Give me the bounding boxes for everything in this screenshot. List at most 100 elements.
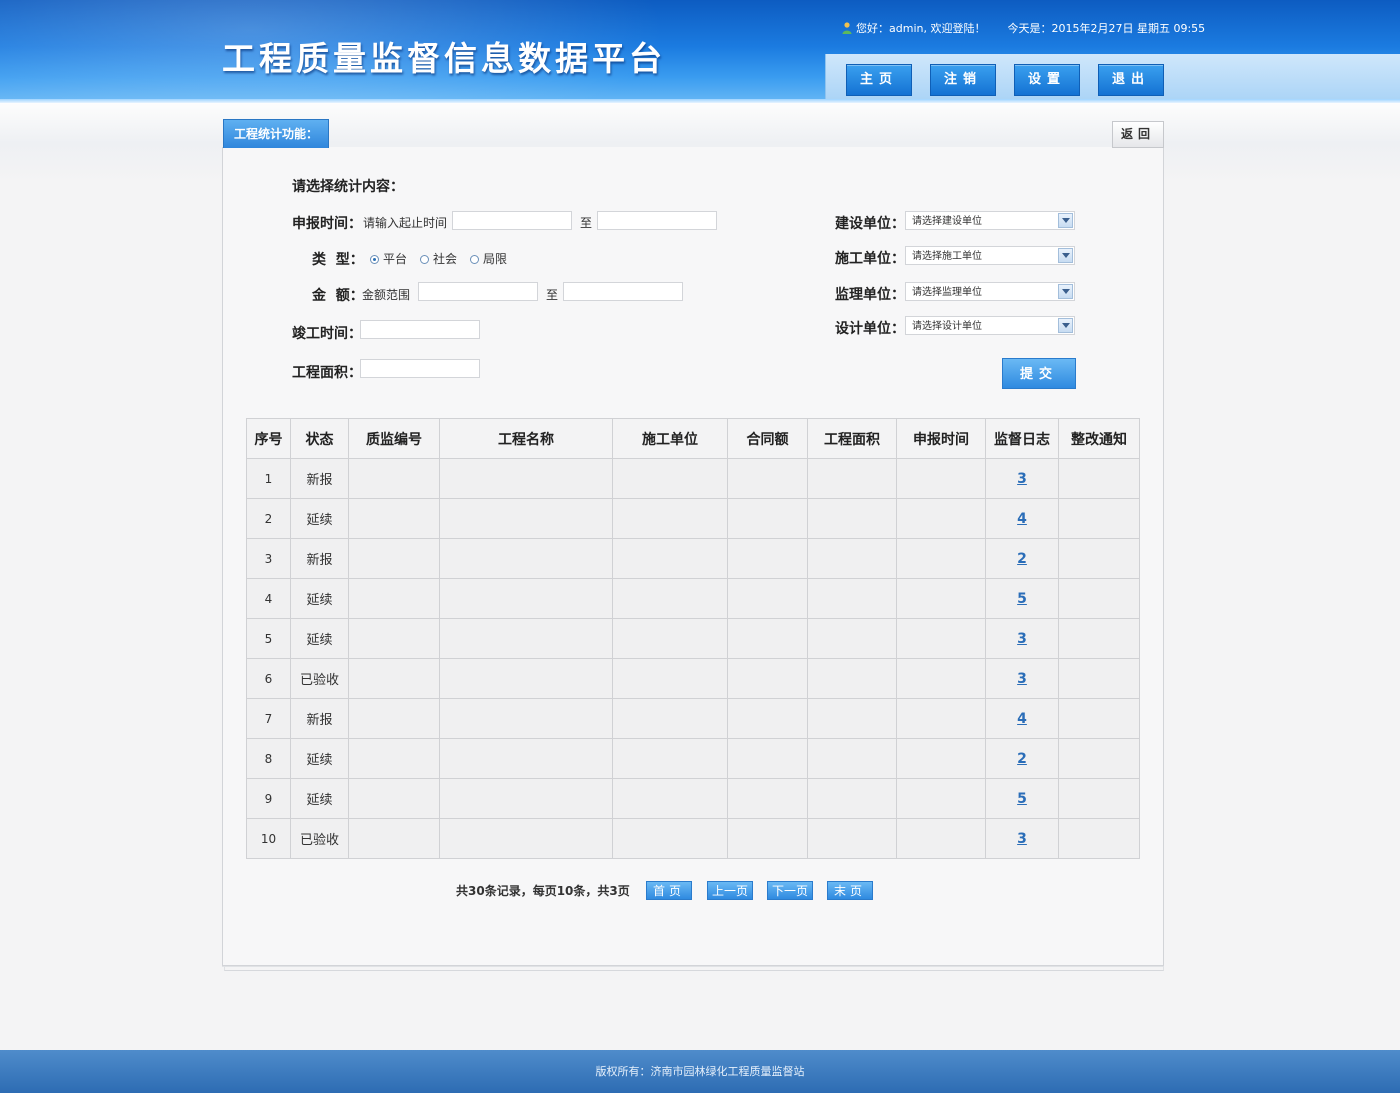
report-time-start-input[interactable] — [452, 211, 572, 230]
complete-time-input[interactable] — [360, 320, 480, 339]
cell-code — [348, 578, 440, 619]
amount-min-input[interactable] — [418, 282, 538, 301]
supervision-log-link[interactable]: 5 — [1017, 591, 1027, 607]
nav-settings-button[interactable]: 设置 — [1014, 64, 1080, 96]
user-icon — [842, 22, 852, 34]
supervision-log-link[interactable]: 2 — [1017, 751, 1027, 767]
cell-contract-amount — [727, 818, 808, 859]
cell-code — [348, 458, 440, 499]
tab-project-statistics[interactable]: 工程统计功能： — [223, 119, 330, 148]
cell-no: 7 — [246, 698, 291, 739]
pager-last-button[interactable]: 末页 — [827, 881, 873, 900]
chevron-down-icon[interactable] — [1058, 318, 1073, 333]
construct-unit-select[interactable]: 请选择施工单位 — [905, 246, 1075, 265]
supervision-log-link[interactable]: 3 — [1017, 831, 1027, 847]
cell-area — [807, 578, 897, 619]
cell-status: 已验收 — [290, 818, 349, 859]
cell-construct-unit — [612, 618, 728, 659]
cell-name — [439, 818, 613, 859]
back-button[interactable]: 返回 — [1112, 121, 1164, 148]
construct-unit-select-value: 请选择施工单位 — [912, 251, 982, 262]
cell-construct-unit — [612, 698, 728, 739]
supervision-log-link[interactable]: 2 — [1017, 551, 1027, 567]
chevron-down-icon[interactable] — [1058, 248, 1073, 263]
supervision-log-link[interactable]: 4 — [1017, 511, 1027, 527]
cell-report-time — [896, 658, 986, 699]
cell-contract-amount — [727, 698, 808, 739]
col-header-name: 工程名称 — [439, 418, 613, 459]
build-unit-select[interactable]: 请选择建设单位 — [905, 211, 1075, 230]
cell-rectify-notice — [1058, 658, 1140, 699]
table-row: 10 已验收 3 — [246, 818, 1140, 859]
cell-status: 延续 — [290, 578, 349, 619]
design-unit-label: 设计单位： — [835, 321, 905, 337]
cell-area — [807, 698, 897, 739]
cell-construct-unit — [612, 658, 728, 699]
cell-name — [439, 698, 613, 739]
table-row: 1 新报 3 — [246, 458, 1140, 499]
cell-contract-amount — [727, 498, 808, 539]
cell-no: 2 — [246, 498, 291, 539]
cell-rectify-notice — [1058, 538, 1140, 579]
table-row: 8 延续 2 — [246, 738, 1140, 779]
table-row: 3 新报 2 — [246, 538, 1140, 579]
cell-no: 8 — [246, 738, 291, 779]
type-radio-limited[interactable]: 局限 — [470, 250, 507, 267]
cell-area — [807, 458, 897, 499]
nav-exit-button[interactable]: 退出 — [1098, 64, 1164, 96]
footer-copyright: 版权所有：济南市园林绿化工程质量监督站 — [595, 1065, 805, 1078]
cell-area — [807, 738, 897, 779]
table-row: 6 已验收 3 — [246, 658, 1140, 699]
amount-hint: 金额范围 — [362, 288, 411, 302]
table-row: 5 延续 3 — [246, 618, 1140, 659]
supervision-log-link[interactable]: 3 — [1017, 631, 1027, 647]
type-radio-platform[interactable]: 平台 — [370, 250, 407, 267]
area-input[interactable] — [360, 359, 480, 378]
chevron-down-icon[interactable] — [1058, 213, 1073, 228]
cell-rectify-notice — [1058, 698, 1140, 739]
cell-contract-amount — [727, 778, 808, 819]
cell-rectify-notice — [1058, 738, 1140, 779]
cell-rectify-notice — [1058, 498, 1140, 539]
cell-name — [439, 538, 613, 579]
cell-code — [348, 498, 440, 539]
cell-report-time — [896, 458, 986, 499]
section-title: 请选择统计内容： — [292, 179, 404, 195]
cell-code — [348, 738, 440, 779]
pager-prev-button[interactable]: 上一页 — [707, 881, 753, 900]
amount-max-input[interactable] — [563, 282, 683, 301]
project-table: 序号 状态 质监编号 工程名称 施工单位 合同额 工程面积 申报时间 监督日志 … — [246, 418, 1140, 859]
cell-code — [348, 658, 440, 699]
report-time-end-input[interactable] — [597, 211, 717, 230]
design-unit-select[interactable]: 请选择设计单位 — [905, 316, 1075, 335]
cell-name — [439, 738, 613, 779]
header-banner: 工程质量监督信息数据平台 您好：admin, 欢迎登陆！ 今天是：2015年2月2… — [0, 0, 1400, 103]
submit-button[interactable]: 提交 — [1002, 358, 1076, 389]
cell-rectify-notice — [1058, 618, 1140, 659]
cell-rectify-notice — [1058, 458, 1140, 499]
cell-area — [807, 658, 897, 699]
supervision-log-link[interactable]: 5 — [1017, 791, 1027, 807]
cell-supervision-log: 2 — [985, 738, 1059, 779]
col-header-contract-amount: 合同额 — [727, 418, 808, 459]
chevron-down-icon[interactable] — [1058, 284, 1073, 299]
pager-next-button[interactable]: 下一页 — [767, 881, 813, 900]
nav-home-button[interactable]: 主页 — [846, 64, 912, 96]
cell-supervision-log: 3 — [985, 658, 1059, 699]
cell-report-time — [896, 538, 986, 579]
cell-supervision-log: 4 — [985, 698, 1059, 739]
type-radio-platform-label: 平台 — [383, 252, 408, 266]
supervision-log-link[interactable]: 4 — [1017, 711, 1027, 727]
supervision-log-link[interactable]: 3 — [1017, 471, 1027, 487]
col-header-rectify-notice: 整改通知 — [1058, 418, 1140, 459]
cell-report-time — [896, 578, 986, 619]
cell-code — [348, 618, 440, 659]
cell-supervision-log: 5 — [985, 578, 1059, 619]
table-row: 7 新报 4 — [246, 698, 1140, 739]
supervision-log-link[interactable]: 3 — [1017, 671, 1027, 687]
col-header-code: 质监编号 — [348, 418, 440, 459]
type-radio-society[interactable]: 社会 — [420, 250, 457, 267]
nav-logout-button[interactable]: 注销 — [930, 64, 996, 96]
pager-first-button[interactable]: 首页 — [646, 881, 692, 900]
supervise-unit-select[interactable]: 请选择监理单位 — [905, 282, 1075, 301]
